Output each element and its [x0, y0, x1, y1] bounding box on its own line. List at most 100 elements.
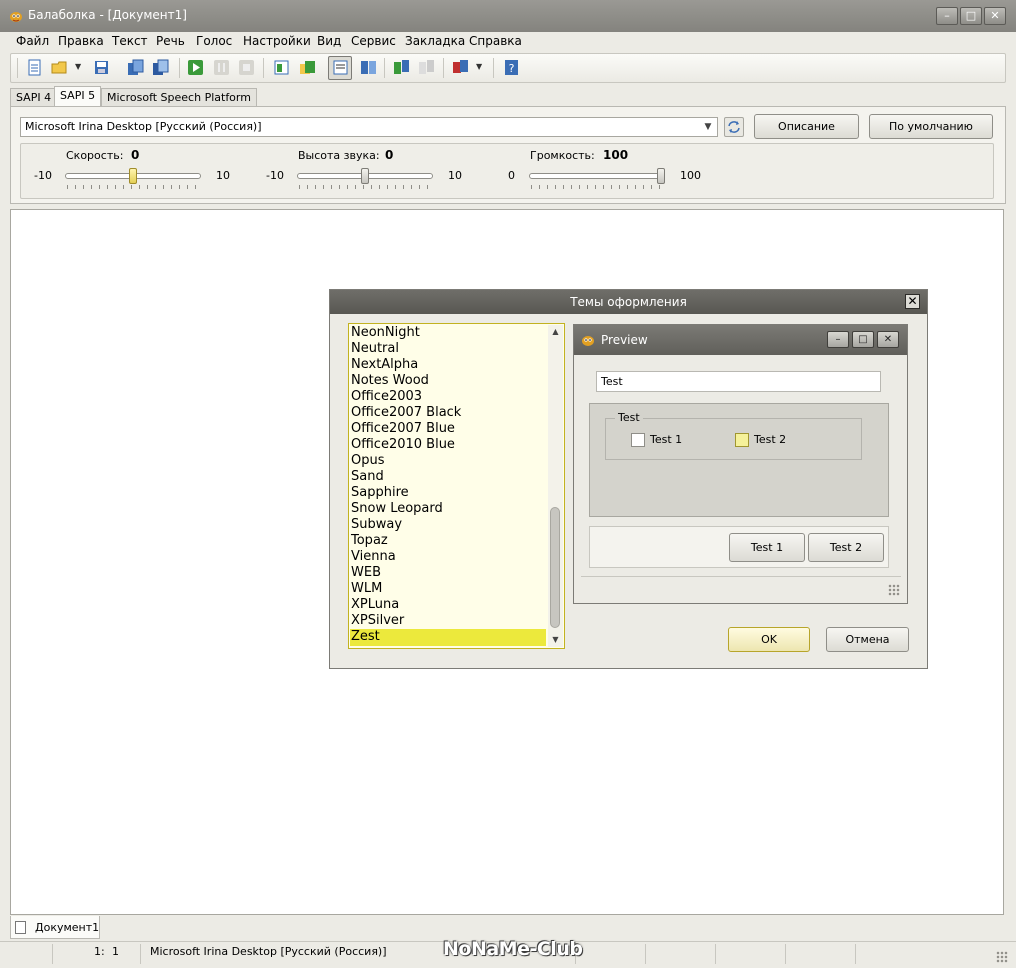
edit-mode-icon[interactable]	[332, 59, 349, 76]
theme-item[interactable]: NeonNight	[351, 325, 420, 340]
preview-checkbox-2[interactable]	[735, 433, 749, 447]
refresh-icon	[728, 121, 740, 133]
voice-dropdown-icon[interactable]: ▼	[476, 62, 482, 71]
speed-slider-thumb[interactable]	[129, 168, 137, 184]
menu-bookmark[interactable]: Закладка	[405, 34, 465, 48]
speed-slider-ticks	[67, 185, 201, 189]
theme-item[interactable]: Opus	[351, 453, 385, 468]
close-button[interactable]: ✕	[984, 7, 1006, 25]
volume-min: 0	[508, 169, 515, 182]
theme-list-scroll-thumb[interactable]	[550, 507, 560, 628]
document-tab-label: Документ1	[35, 921, 100, 934]
sliders-group	[20, 143, 994, 199]
chevron-down-icon[interactable]: ▼	[700, 118, 716, 136]
theme-item[interactable]: Snow Leopard	[351, 501, 443, 516]
save-audio-icon[interactable]	[152, 59, 169, 76]
theme-item-selected[interactable]: Zest	[350, 629, 546, 646]
save-icon[interactable]	[93, 59, 110, 76]
menu-settings[interactable]: Настройки	[243, 34, 311, 48]
status-line: 1:	[94, 945, 105, 958]
maximize-button[interactable]: □	[960, 7, 982, 25]
theme-item[interactable]: Topaz	[351, 533, 388, 548]
theme-item[interactable]: Subway	[351, 517, 402, 532]
theme-item[interactable]: Office2003	[351, 389, 422, 404]
toolbar-separator	[493, 58, 494, 78]
pause-icon[interactable]	[213, 59, 230, 76]
theme-item[interactable]: Office2007 Black	[351, 405, 461, 420]
theme-item[interactable]: Office2007 Blue	[351, 421, 455, 436]
pitch-slider-ticks	[299, 185, 433, 189]
preview-text-input[interactable]: Test	[596, 371, 881, 392]
speak-selection-icon[interactable]	[273, 59, 290, 76]
refresh-voices-button[interactable]	[724, 117, 744, 137]
speak-file-icon[interactable]	[299, 59, 316, 76]
preview-title: Preview	[601, 333, 648, 347]
scroll-down-icon[interactable]: ▼	[548, 634, 563, 646]
menu-speech[interactable]: Речь	[156, 34, 185, 48]
default-button[interactable]: По умолчанию	[869, 114, 993, 139]
dialog-close-button[interactable]: ✕	[905, 294, 920, 309]
volume-max: 100	[680, 169, 701, 182]
preview-group-label: Test	[615, 411, 643, 424]
tab-speech-platform[interactable]: Microsoft Speech Platform	[101, 88, 257, 106]
menu-edit[interactable]: Правка	[58, 34, 104, 48]
resize-grip-icon[interactable]	[996, 951, 1008, 963]
volume-label: Громкость:	[530, 149, 595, 162]
book-icon[interactable]	[360, 59, 377, 76]
menu-view[interactable]: Вид	[317, 34, 341, 48]
preview-test2-button[interactable]: Test 2	[808, 533, 884, 562]
theme-item[interactable]: Sand	[351, 469, 384, 484]
pitch-slider-thumb[interactable]	[361, 168, 369, 184]
description-button[interactable]: Описание	[754, 114, 859, 139]
menu-file[interactable]: Файл	[16, 34, 49, 48]
speed-max: 10	[216, 169, 230, 182]
theme-item[interactable]: Vienna	[351, 549, 396, 564]
preview-minimize-button[interactable]: –	[827, 331, 849, 348]
preview-close-button[interactable]: ✕	[877, 331, 899, 348]
volume-slider-track[interactable]	[529, 173, 665, 179]
theme-item[interactable]: XPLuna	[351, 597, 399, 612]
new-document-icon[interactable]	[26, 59, 43, 76]
read-clipboard-icon[interactable]	[127, 59, 144, 76]
help-icon[interactable]: ?	[503, 59, 520, 76]
compare-icon[interactable]	[418, 59, 435, 76]
theme-item[interactable]: Notes Wood	[351, 373, 429, 388]
status-separator	[855, 944, 856, 964]
menu-service[interactable]: Сервис	[351, 34, 396, 48]
voice-select[interactable]: Microsoft Irina Desktop [Русский (Россия…	[20, 117, 718, 137]
menu-voice[interactable]: Голос	[196, 34, 232, 48]
open-dropdown-icon[interactable]: ▼	[75, 62, 81, 71]
tab-sapi4[interactable]: SAPI 4	[10, 88, 58, 106]
open-folder-icon[interactable]	[51, 59, 68, 76]
theme-item[interactable]: WEB	[351, 565, 381, 580]
menu-text[interactable]: Текст	[112, 34, 148, 48]
preview-checkbox-1[interactable]	[631, 433, 645, 447]
svg-text:?: ?	[509, 62, 515, 75]
preview-app-icon	[582, 336, 594, 346]
watermark: NoNaMe-Club	[443, 938, 583, 960]
resize-grip-icon[interactable]	[888, 584, 900, 596]
volume-slider-thumb[interactable]	[657, 168, 665, 184]
play-icon[interactable]	[187, 59, 204, 76]
speed-min: -10	[34, 169, 52, 182]
theme-item[interactable]: Office2010 Blue	[351, 437, 455, 452]
theme-item[interactable]: Neutral	[351, 341, 399, 356]
stop-icon[interactable]	[238, 59, 255, 76]
minimize-button[interactable]: –	[936, 7, 958, 25]
preview-maximize-button[interactable]: □	[852, 331, 874, 348]
preview-test1-button[interactable]: Test 1	[729, 533, 805, 562]
ok-button[interactable]: OK	[728, 627, 810, 652]
theme-item[interactable]: Sapphire	[351, 485, 409, 500]
theme-item[interactable]: NextAlpha	[351, 357, 418, 372]
preview-separator	[581, 576, 901, 577]
cancel-button[interactable]: Отмена	[826, 627, 909, 652]
tab-sapi5[interactable]: SAPI 5	[54, 86, 102, 106]
theme-item[interactable]: XPSilver	[351, 613, 404, 628]
menu-help[interactable]: Справка	[469, 34, 522, 48]
pitch-label: Высота звука:	[298, 149, 380, 162]
volume-value: 100	[603, 148, 629, 162]
scroll-up-icon[interactable]: ▲	[548, 326, 563, 338]
split-icon[interactable]	[393, 59, 410, 76]
voice-icon[interactable]	[452, 59, 469, 76]
theme-item[interactable]: WLM	[351, 581, 382, 596]
